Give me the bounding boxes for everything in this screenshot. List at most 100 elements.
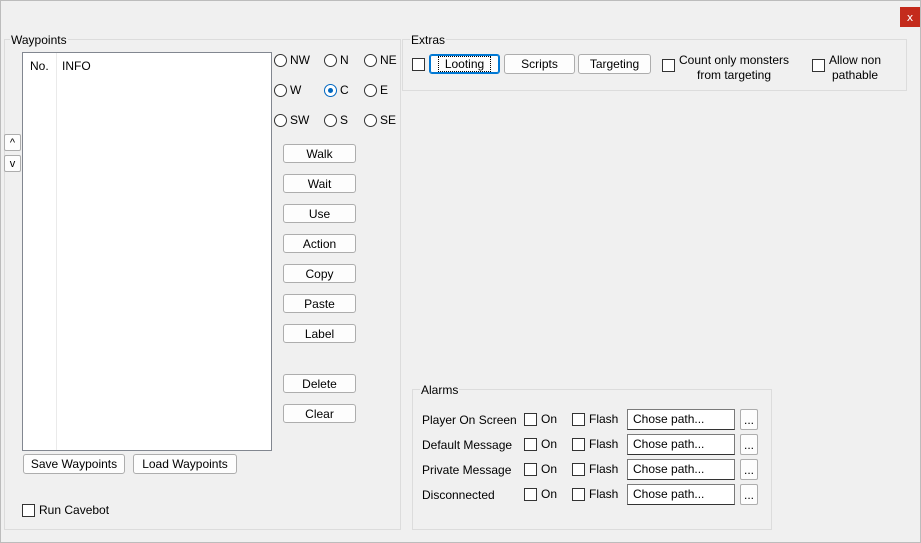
radio-circle bbox=[364, 83, 377, 97]
alarm-label-default-message: Default Message bbox=[422, 438, 513, 452]
direction-e-radio[interactable]: E bbox=[364, 82, 388, 98]
checkbox-label: Flash bbox=[589, 462, 619, 476]
default-message-path-field[interactable]: Chose path... bbox=[627, 434, 735, 455]
alarm-label-disconnected: Disconnected bbox=[422, 488, 495, 502]
copy-button[interactable]: Copy bbox=[283, 264, 356, 283]
player-on-screen-browse-button[interactable]: ... bbox=[740, 409, 758, 430]
targeting-button[interactable]: Targeting bbox=[578, 54, 651, 74]
direction-sw-radio[interactable]: SW bbox=[274, 112, 309, 128]
disconnected-on-checkbox[interactable]: On bbox=[524, 487, 557, 501]
load-waypoints-button[interactable]: Load Waypoints bbox=[133, 454, 237, 474]
paste-button[interactable]: Paste bbox=[283, 294, 356, 313]
checkbox-label: Flash bbox=[589, 412, 619, 426]
allow-non-pathable-checkbox[interactable]: Allow non pathable bbox=[812, 53, 881, 83]
radio-circle bbox=[364, 113, 377, 127]
private-message-flash-checkbox[interactable]: Flash bbox=[572, 462, 618, 476]
checkbox-label-line: from targeting bbox=[697, 68, 772, 82]
checkbox-box bbox=[524, 437, 537, 451]
checkbox-label-line: Allow non bbox=[829, 53, 882, 67]
checkbox-label: Run Cavebot bbox=[39, 503, 110, 517]
action-button[interactable]: Action bbox=[283, 234, 356, 253]
count-only-monsters-checkbox[interactable]: Count only monsters from targeting bbox=[662, 53, 789, 83]
radio-label: NE bbox=[380, 53, 397, 67]
radio-label: E bbox=[380, 83, 389, 97]
wait-button[interactable]: Wait bbox=[283, 174, 356, 193]
waypoints-list[interactable]: No. INFO bbox=[22, 52, 272, 451]
cavebot-window: x Waypoints ^ v No. INFO NW N NE W C E S… bbox=[0, 0, 921, 543]
player-on-screen-flash-checkbox[interactable]: Flash bbox=[572, 412, 618, 426]
checkbox-label: On bbox=[541, 412, 558, 426]
radio-label: C bbox=[340, 83, 349, 97]
checkbox-box bbox=[524, 412, 537, 426]
radio-label: W bbox=[290, 83, 302, 97]
column-header-no[interactable]: No. bbox=[30, 59, 49, 73]
radio-circle bbox=[274, 113, 287, 127]
radio-circle bbox=[324, 53, 337, 67]
checkbox-label: Count only monsters from targeting bbox=[679, 53, 789, 83]
private-message-browse-button[interactable]: ... bbox=[740, 459, 758, 480]
column-header-info[interactable]: INFO bbox=[62, 59, 91, 73]
radio-label: N bbox=[340, 53, 349, 67]
save-waypoints-button[interactable]: Save Waypoints bbox=[23, 454, 125, 474]
disconnected-flash-checkbox[interactable]: Flash bbox=[572, 487, 618, 501]
checkbox-box bbox=[412, 58, 425, 71]
move-down-icon: v bbox=[9, 157, 16, 170]
move-down-button[interactable]: v bbox=[4, 155, 21, 172]
radio-circle bbox=[364, 53, 377, 67]
direction-w-radio[interactable]: W bbox=[274, 82, 301, 98]
close-icon: x bbox=[906, 10, 914, 24]
checkbox-label: Flash bbox=[589, 437, 619, 451]
list-column-divider bbox=[56, 53, 57, 450]
checkbox-box bbox=[572, 412, 585, 426]
direction-c-radio[interactable]: C bbox=[324, 82, 349, 98]
close-button[interactable]: x bbox=[900, 7, 920, 27]
private-message-path-field[interactable]: Chose path... bbox=[627, 459, 735, 480]
scripts-button[interactable]: Scripts bbox=[504, 54, 575, 74]
direction-n-radio[interactable]: N bbox=[324, 52, 349, 68]
extras-enable-checkbox[interactable] bbox=[412, 58, 425, 71]
move-up-button[interactable]: ^ bbox=[4, 134, 21, 151]
private-message-on-checkbox[interactable]: On bbox=[524, 462, 557, 476]
checkbox-label-line: Count only monsters bbox=[679, 53, 790, 67]
move-up-icon: ^ bbox=[9, 136, 16, 149]
default-message-flash-checkbox[interactable]: Flash bbox=[572, 437, 618, 451]
disconnected-path-field[interactable]: Chose path... bbox=[627, 484, 735, 505]
checkbox-label: Allow non pathable bbox=[829, 53, 881, 83]
extras-group-label: Extras bbox=[410, 33, 447, 47]
walk-button[interactable]: Walk bbox=[283, 144, 356, 163]
direction-s-radio[interactable]: S bbox=[324, 112, 348, 128]
checkbox-box bbox=[572, 462, 585, 476]
direction-ne-radio[interactable]: NE bbox=[364, 52, 397, 68]
alarms-group-label: Alarms bbox=[420, 383, 460, 397]
direction-se-radio[interactable]: SE bbox=[364, 112, 396, 128]
radio-circle bbox=[324, 83, 337, 97]
checkbox-box bbox=[662, 59, 675, 72]
checkbox-label: On bbox=[541, 487, 558, 501]
checkbox-box bbox=[572, 487, 585, 501]
run-cavebot-checkbox[interactable]: Run Cavebot bbox=[22, 503, 109, 517]
looting-button[interactable]: Looting bbox=[429, 54, 500, 74]
checkbox-label: On bbox=[541, 437, 558, 451]
checkbox-label-line: pathable bbox=[831, 68, 879, 82]
radio-label: NW bbox=[290, 53, 310, 67]
checkbox-box bbox=[572, 437, 585, 451]
alarm-label-player-on-screen: Player On Screen bbox=[422, 413, 517, 427]
radio-circle bbox=[274, 53, 287, 67]
player-on-screen-path-field[interactable]: Chose path... bbox=[627, 409, 735, 430]
clear-button[interactable]: Clear bbox=[283, 404, 356, 423]
checkbox-box bbox=[524, 487, 537, 501]
waypoints-group-label: Waypoints bbox=[10, 33, 68, 47]
radio-circle bbox=[274, 83, 287, 97]
checkbox-label: Flash bbox=[589, 487, 619, 501]
player-on-screen-on-checkbox[interactable]: On bbox=[524, 412, 557, 426]
checkbox-label: On bbox=[541, 462, 558, 476]
delete-button[interactable]: Delete bbox=[283, 374, 356, 393]
use-button[interactable]: Use bbox=[283, 204, 356, 223]
default-message-on-checkbox[interactable]: On bbox=[524, 437, 557, 451]
label-button[interactable]: Label bbox=[283, 324, 356, 343]
radio-label: SE bbox=[380, 113, 397, 127]
radio-circle bbox=[324, 113, 337, 127]
disconnected-browse-button[interactable]: ... bbox=[740, 484, 758, 505]
direction-nw-radio[interactable]: NW bbox=[274, 52, 310, 68]
default-message-browse-button[interactable]: ... bbox=[740, 434, 758, 455]
